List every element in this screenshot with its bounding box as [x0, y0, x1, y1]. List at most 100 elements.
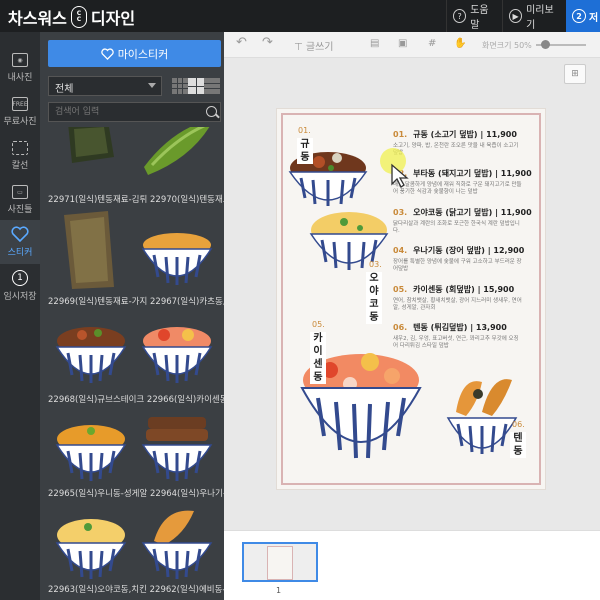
nav-label: 스티커	[7, 248, 33, 258]
sticker-eggplant-tempura[interactable]	[48, 207, 134, 297]
menu-entry-header: 06. 텐동 (튀김덮밥) | 13,900	[393, 322, 543, 333]
sticker-unagidon-bowl[interactable]	[134, 403, 220, 493]
help-label: 도움말	[470, 5, 489, 31]
zoom-label: 화면크기 50%	[482, 40, 532, 51]
left-nav: ◉ 내사진 FREE 무료사진 칼선 ▭ 사진틀 스티커 1 임시저장	[0, 32, 40, 600]
logo-mark-mid: C	[76, 16, 82, 23]
logo-left-text: 차스워스	[8, 9, 67, 28]
hand-icon[interactable]: ✋	[454, 38, 466, 49]
category-select-value: 전체	[55, 84, 74, 95]
menu-entry-desc: 닭다리살과 계란의 조화로 포근한 한국식 계란 덮밥입니다.	[393, 221, 520, 234]
preview-button[interactable]: ▶ 미리보기	[502, 0, 566, 32]
label-number-5: 05.	[312, 320, 325, 329]
sticker-katsudon-bowl[interactable]	[134, 207, 220, 297]
text-tool-button[interactable]: ⊤ 글쓰기	[294, 38, 334, 53]
menu-entry-title: 규동 (소고기 덮밥) | 11,900	[413, 130, 517, 139]
nav-temp-save[interactable]: 1 임시저장	[0, 264, 40, 308]
help-button[interactable]: ? 도움말	[446, 0, 502, 32]
step-number-icon: 2	[572, 9, 586, 23]
save-step-button[interactable]: 2 저	[566, 0, 600, 32]
top-bar: 차스워스 C C 디자인 ? 도움말 ▶ 미리보기 2 저	[0, 0, 600, 32]
photo-icon: ◉	[12, 53, 28, 67]
menu-entry-header: 05. 카이센동 (회덮밥) | 15,900	[393, 284, 543, 295]
text-tool-label: 글쓰기	[305, 42, 334, 53]
menu-entry-number: 04.	[393, 246, 408, 255]
undo-icon[interactable]: ↶	[236, 35, 247, 50]
sticker-gyudon-bowl[interactable]	[48, 305, 134, 395]
page-thumbnail-preview	[267, 546, 293, 580]
search-icon[interactable]	[206, 106, 217, 117]
label-kaisendon[interactable]: 카이센동	[310, 332, 326, 384]
app-logo[interactable]: 차스워스 C C 디자인	[8, 5, 135, 29]
menu-entry-title: 우나기동 (장어 덮밥) | 12,900	[413, 246, 525, 255]
menu-entry-number: 03.	[393, 208, 408, 217]
sticker-ebidon-bowl[interactable]	[134, 501, 220, 591]
menu-entry-2[interactable]: 02.부타동 (돼지고기 덮밥) | 11,900 매콤 달콤하게 양념에 재워…	[393, 168, 543, 196]
save-step-label: 저	[589, 12, 599, 24]
frame-icon: ▭	[12, 185, 28, 199]
logo-right-text: 디자인	[90, 9, 136, 28]
heart-icon	[11, 226, 29, 242]
zoom-slider-handle[interactable]	[541, 40, 550, 49]
menu-entry-title: 카이센동 (회덮밥) | 15,900	[413, 285, 515, 294]
menu-entry-title: 오야코동 (닭고기 덮밥) | 11,900	[413, 208, 532, 217]
label-gyudon[interactable]: 규동	[297, 138, 313, 164]
menu-entry-1[interactable]: 01. 규동 (소고기 덮밥) | 11,900 소고기, 양파, 밥, 온천란 …	[393, 129, 543, 157]
label-oyakodon[interactable]: 오야코동	[366, 272, 382, 324]
redo-icon[interactable]: ↷	[262, 35, 273, 50]
free-photo-icon: FREE	[12, 97, 28, 111]
nav-label: 무료사진	[3, 117, 37, 127]
nav-label: 칼선	[11, 161, 29, 171]
my-sticker-button[interactable]: 마이스티커	[48, 40, 221, 67]
search-input[interactable]	[48, 102, 221, 122]
sticker-unidon-bowl[interactable]	[48, 403, 134, 493]
nav-free-photos[interactable]: FREE 무료사진	[0, 90, 40, 134]
menu-entry-5[interactable]: 05. 카이센동 (회덮밥) | 15,900 연어, 참치뱃살, 황새치뱃살, …	[393, 284, 543, 312]
sticker-grid: 22971(일식)텐동재료-김튀 22970(일식)텐동재료-고추 22969(…	[40, 127, 224, 600]
menu-entry-header: 01. 규동 (소고기 덮밥) | 11,900	[393, 129, 543, 140]
menu-entry-header: 04. 우나기동 (장어 덮밥) | 12,900	[393, 245, 543, 256]
nav-label: 내사진	[7, 73, 33, 83]
menu-entry-desc: 새우2, 김, 우엉, 표고버섯, 연근, 꽈리고추 무갓에 오징어 다리튀김 …	[393, 336, 519, 349]
menu-entry-desc: 연어, 참치뱃살, 황새치뱃살, 광어 지느러미 생새우, 연어알, 성게알, …	[393, 298, 522, 311]
menu-entry-6[interactable]: 06. 텐동 (튀김덮밥) | 13,900 새우2, 김, 우엉, 표고버섯, …	[393, 322, 543, 350]
play-icon: ▶	[509, 9, 523, 23]
menu-entry-number: 05.	[393, 285, 408, 294]
preview-label: 미리보기	[526, 5, 554, 31]
detail-view-icon[interactable]	[204, 78, 220, 94]
nav-my-photos[interactable]: ◉ 내사진	[0, 46, 40, 90]
sticker-row-label: 22971(일식)텐동재료-김튀 22970(일식)텐동재료-고추	[48, 195, 224, 205]
heart-icon	[100, 47, 114, 60]
page-thumbnail[interactable]	[242, 542, 318, 582]
zoom-label-text: 화면크기	[482, 41, 512, 50]
mouse-pointer-icon	[391, 163, 409, 188]
label-number-6: 06.	[512, 420, 525, 429]
image-icon[interactable]: ▣	[398, 38, 407, 49]
list-view-icon[interactable]	[172, 78, 188, 94]
sticker-kaisendon-bowl[interactable]	[134, 305, 220, 395]
menu-entry-title: 부타동 (돼지고기 덮밥) | 11,900	[413, 169, 532, 178]
menu-entry-desc: 매콤 달콤하게 양념에 재워 직화로 구운 돼지고기로 만들어 풍기한 식감과 …	[393, 182, 522, 195]
sticker-oyakodon-bowl[interactable]	[48, 501, 134, 591]
logo-mark-icon: C C	[70, 6, 87, 28]
grid-icon[interactable]: #	[428, 38, 436, 49]
temp-save-icon: 1	[12, 270, 28, 286]
my-sticker-label: 마이스티커	[117, 47, 169, 61]
category-select[interactable]: 전체	[48, 76, 162, 96]
menu-entry-4[interactable]: 04. 우나기동 (장어 덮밥) | 12,900 장어를 특별한 양념에 숯불에…	[393, 245, 543, 273]
nav-frames[interactable]: ▭ 사진틀	[0, 178, 40, 222]
zoom-value: 50%	[514, 41, 532, 50]
menu-entry-title: 텐동 (튀김덮밥) | 13,900	[413, 323, 507, 332]
nav-cutline[interactable]: 칼선	[0, 134, 40, 178]
sticker-row-label: 22965(일식)우니동-성게알 22964(일식)우나기동-장어	[48, 489, 224, 499]
menu-entry-header: 03. 오야코동 (닭고기 덮밥) | 11,900	[393, 207, 543, 218]
menu-entry-desc: 장어를 특별한 양념에 숯불에 구워 고소하고 부드러운 장어덮밥	[393, 259, 522, 272]
help-icon: ?	[453, 9, 467, 23]
text-tool-icon: ⊤	[294, 42, 306, 53]
menu-entry-3[interactable]: 03. 오야코동 (닭고기 덮밥) | 11,900 닭다리살과 계란의 조화로 …	[393, 207, 543, 235]
layer-icon[interactable]: ▤	[370, 38, 379, 49]
nav-stickers[interactable]: 스티커	[0, 220, 40, 264]
grid-view-icon[interactable]	[188, 78, 204, 94]
label-tendon[interactable]: 텐동	[510, 432, 526, 458]
page-settings-icon[interactable]: ⊞	[564, 64, 586, 84]
